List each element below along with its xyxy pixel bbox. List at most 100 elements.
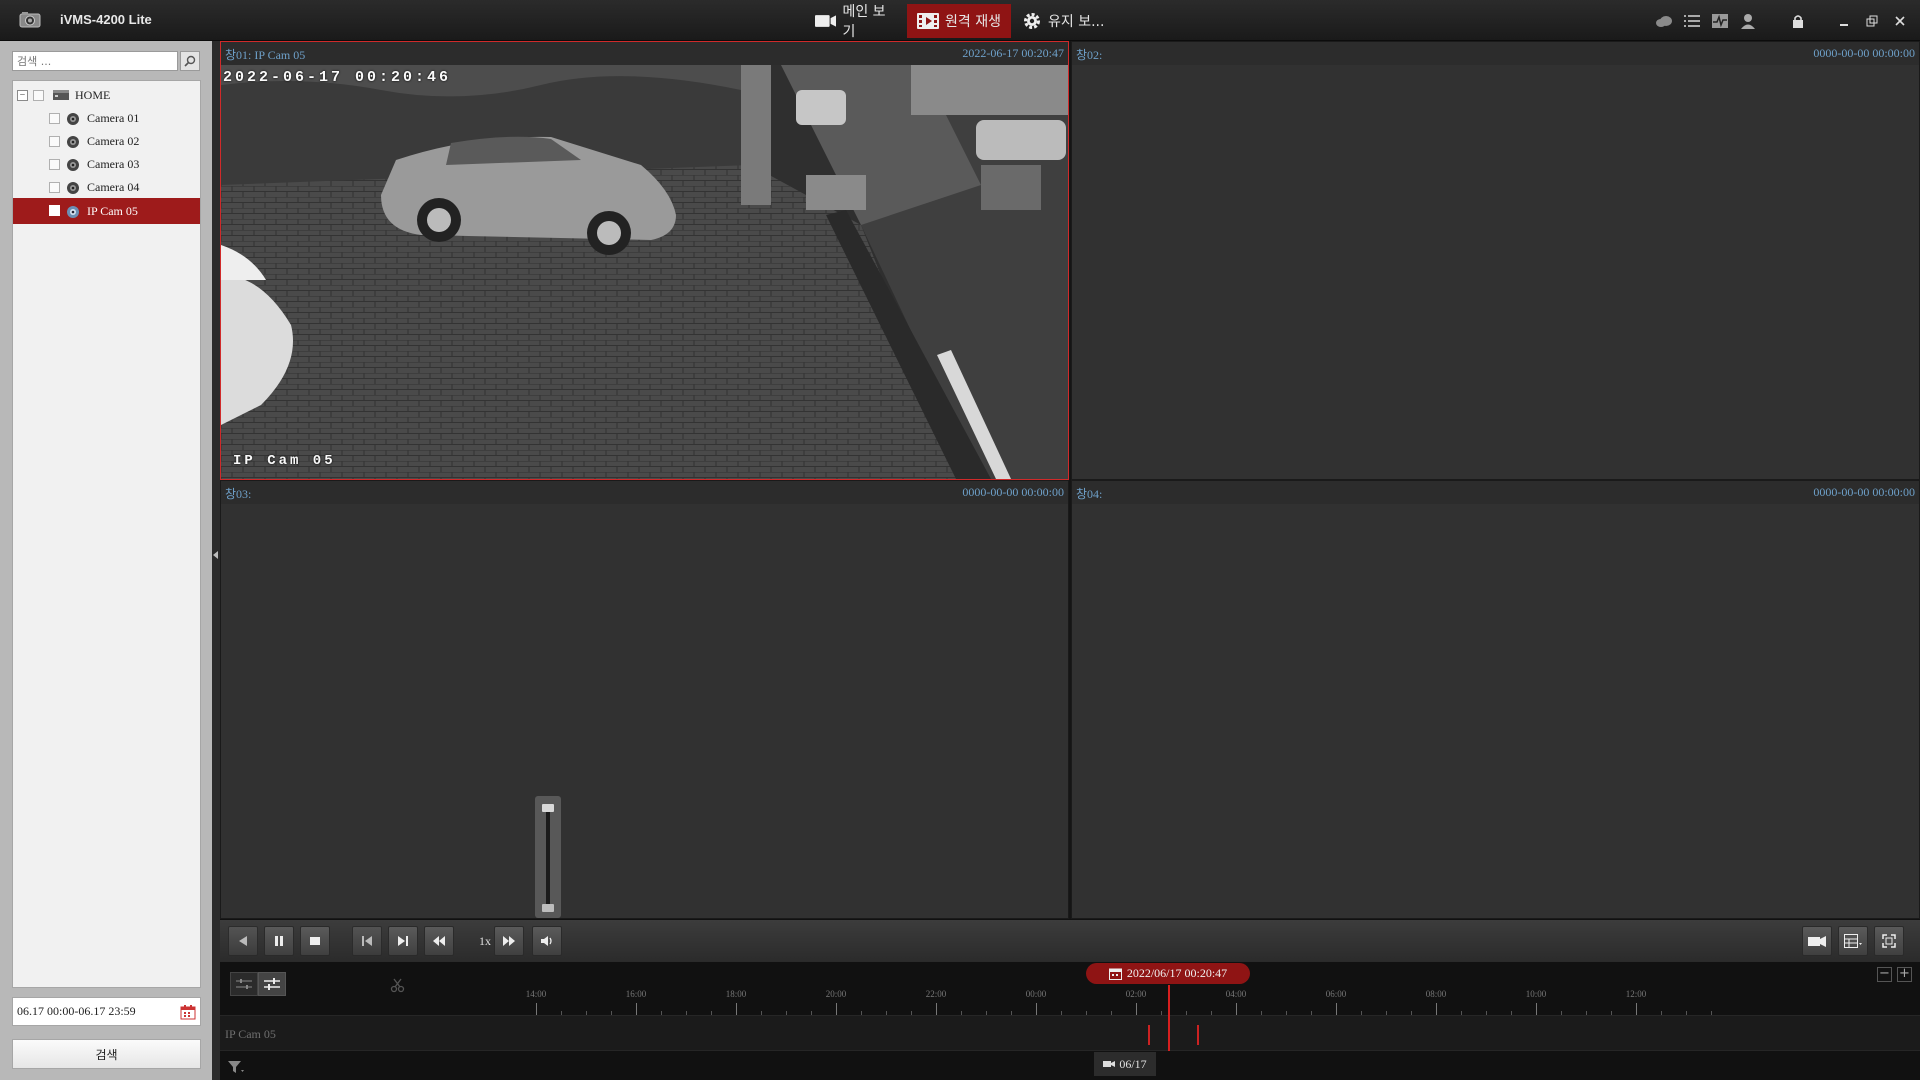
osd-timestamp: 2022-06-17 00:20:46 xyxy=(223,69,452,86)
timeline-tick-label: 12:00 xyxy=(1625,989,1647,999)
gear-icon xyxy=(1024,13,1040,29)
tree-item-label: HOME xyxy=(75,88,111,102)
timeline-panel: 2022/06/17 00:20:47 − + 14:00 16:00 18:00 2… xyxy=(220,962,1920,1080)
tree-item-label: Camera 02 xyxy=(87,134,140,148)
restore-icon[interactable] xyxy=(1862,11,1882,31)
frame-forward-button[interactable] xyxy=(388,926,418,956)
tab-remote-playback[interactable]: 원격 재생 xyxy=(907,4,1011,38)
tab-maintenance-label: 유지 보... xyxy=(1048,14,1105,30)
stop-icon xyxy=(310,937,320,945)
tree-item-camera-02[interactable]: Camera 02 xyxy=(13,129,200,154)
volume-slider-handle[interactable] xyxy=(542,804,554,812)
search-input[interactable] xyxy=(13,52,177,70)
cloud-icon[interactable] xyxy=(1654,11,1674,31)
minimize-icon[interactable] xyxy=(1834,11,1854,31)
volume-button[interactable] xyxy=(532,926,562,956)
video-camera-icon xyxy=(1103,1061,1116,1067)
tab-main-view[interactable]: 메인 보기 xyxy=(805,4,907,40)
pane-header: 창03: 0000-00-00 00:00:00 xyxy=(221,481,1068,504)
volume-slider-track[interactable] xyxy=(546,808,550,904)
video-frame[interactable]: 2022-06-17 00:20:46 IP Cam 05 xyxy=(221,65,1068,479)
pane-name: 창02: xyxy=(1076,48,1103,62)
speed-up-icon xyxy=(503,936,515,946)
video-grid: 창01: IP Cam 05 2022-06-17 00:20:47 2022-… xyxy=(220,41,1920,919)
recording-marker xyxy=(1197,1025,1199,1045)
frame-back-button[interactable] xyxy=(352,926,382,956)
timeline-ruler[interactable]: 14:00 16:00 18:00 20:00 22:00 00:00 02:00 04:00… xyxy=(220,985,1920,1015)
timeline-tick-label: 00:00 xyxy=(1025,989,1047,999)
timeline-tick-label: 16:00 xyxy=(625,989,647,999)
tree-item-camera-04[interactable]: Camera 04 xyxy=(13,175,200,200)
activity-icon[interactable] xyxy=(1710,11,1730,31)
timeline-playhead[interactable] xyxy=(1168,985,1170,1051)
panel-collapse-handle[interactable] xyxy=(212,41,220,1080)
track-camera-label: IP Cam 05 xyxy=(225,1027,276,1041)
camera-01-checkbox[interactable] xyxy=(49,113,60,124)
dome-camera-icon xyxy=(67,159,79,171)
timeline-zoom-in-button[interactable]: + xyxy=(1897,967,1912,982)
video-pane-2[interactable]: 창02: 0000-00-00 00:00:00 xyxy=(1071,41,1920,480)
current-time-value: 2022/06/17 00:20:47 xyxy=(1126,966,1228,980)
home-checkbox[interactable] xyxy=(33,90,44,101)
close-icon[interactable] xyxy=(1890,11,1910,31)
timeline-tick-label: 20:00 xyxy=(825,989,847,999)
video-pane-3[interactable]: 창03: 0000-00-00 00:00:00 xyxy=(220,480,1069,919)
timeline-tick-label: 22:00 xyxy=(925,989,947,999)
list-icon[interactable] xyxy=(1682,11,1702,31)
timeline-major-tick xyxy=(1636,1003,1637,1015)
camera-02-checkbox[interactable] xyxy=(49,136,60,147)
calendar-icon xyxy=(1108,968,1122,980)
timeline-major-tick xyxy=(1136,1003,1137,1015)
speed-up-button[interactable] xyxy=(494,926,524,956)
timeline-major-tick xyxy=(1536,1003,1537,1015)
tree-item-label: Camera 04 xyxy=(87,180,140,194)
timeline-tick-label: 10:00 xyxy=(1525,989,1547,999)
pane-header: 창02: 0000-00-00 00:00:00 xyxy=(1072,42,1919,65)
lock-icon[interactable] xyxy=(1788,11,1808,31)
app-logo-icon xyxy=(19,12,41,28)
timeline-major-tick xyxy=(1036,1003,1037,1015)
camera-03-checkbox[interactable] xyxy=(49,159,60,170)
tab-remote-playback-label: 원격 재생 xyxy=(945,14,1001,30)
video-pane-1[interactable]: 창01: IP Cam 05 2022-06-17 00:20:47 2022-… xyxy=(220,41,1069,480)
timeline-tick-label: 04:00 xyxy=(1225,989,1247,999)
tree-item-camera-03[interactable]: Camera 03 xyxy=(13,152,200,177)
volume-slider-popup xyxy=(535,796,561,918)
search-button[interactable] xyxy=(180,51,200,71)
capture-button[interactable] xyxy=(1802,926,1832,956)
stop-button[interactable] xyxy=(300,926,330,956)
tree-item-ip-cam-05[interactable]: IP Cam 05 xyxy=(13,198,200,224)
pane-name: 창03: xyxy=(225,487,252,501)
layout-button[interactable] xyxy=(1838,926,1868,956)
timeline-major-tick xyxy=(1436,1003,1437,1015)
frame-back-icon xyxy=(362,936,372,946)
slow-down-button[interactable] xyxy=(424,926,454,956)
video-camera-icon xyxy=(815,15,837,27)
fullscreen-button[interactable] xyxy=(1874,926,1904,956)
tree-item-camera-01[interactable]: Camera 01 xyxy=(13,106,200,131)
timeline-tick-label: 06:00 xyxy=(1325,989,1347,999)
pane-time: 0000-00-00 00:00:00 xyxy=(1813,485,1915,499)
timeline-tick-label: 08:00 xyxy=(1425,989,1447,999)
dome-camera-icon xyxy=(67,136,79,148)
title-bar: iVMS-4200 Lite 메인 보기 원격 재생 유지 보... xyxy=(0,0,1920,41)
camera-04-checkbox[interactable] xyxy=(49,182,60,193)
ip-cam-05-checkbox[interactable] xyxy=(49,205,60,216)
timeline-zoom-out-button[interactable]: − xyxy=(1877,967,1892,982)
calendar-icon[interactable] xyxy=(180,1004,196,1020)
collapse-toggle[interactable]: − xyxy=(17,90,28,101)
tab-maintenance[interactable]: 유지 보... xyxy=(1012,4,1122,38)
pane-time: 2022-06-17 00:20:47 xyxy=(962,46,1064,60)
timeline-track[interactable]: IP Cam 05 xyxy=(220,1015,1920,1051)
date-range-field[interactable]: 06.17 00:00-06.17 23:59 xyxy=(12,997,201,1026)
filter-icon[interactable] xyxy=(228,1060,244,1074)
search-submit-button[interactable]: 검색 xyxy=(12,1039,201,1069)
tree-item-home[interactable]: − HOME xyxy=(13,83,200,108)
pause-button[interactable] xyxy=(264,926,294,956)
fullscreen-icon xyxy=(1882,934,1896,948)
timeline-date-badge[interactable]: 06/17 xyxy=(1094,1052,1156,1076)
user-icon[interactable] xyxy=(1738,11,1758,31)
video-pane-4[interactable]: 창04: 0000-00-00 00:00:00 xyxy=(1071,480,1920,919)
pane-header: 창01: IP Cam 05 2022-06-17 00:20:47 xyxy=(221,42,1068,65)
reverse-play-button[interactable] xyxy=(228,926,258,956)
